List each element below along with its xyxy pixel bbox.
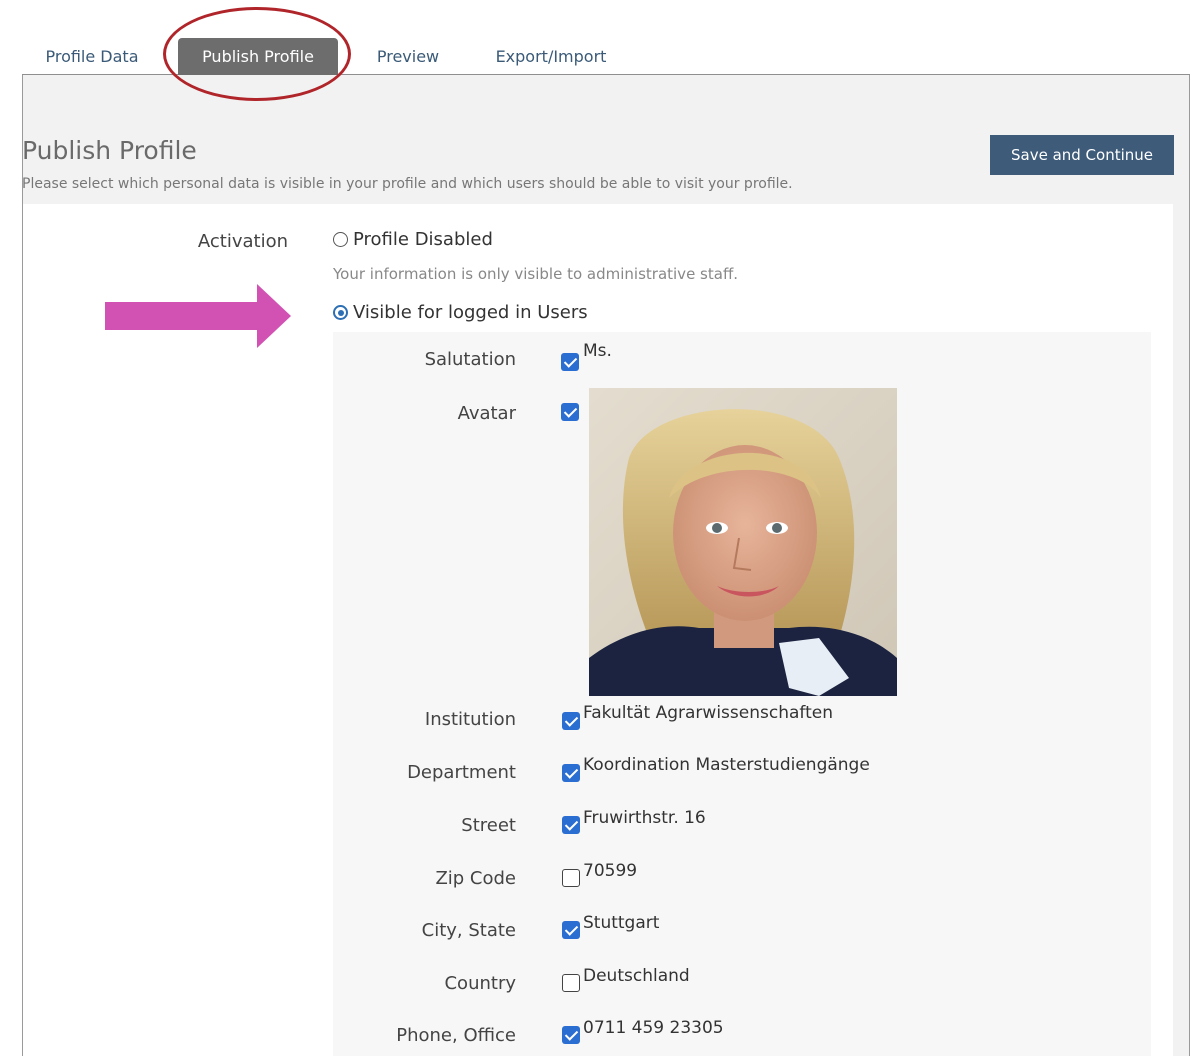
- tab-profile-data[interactable]: Profile Data: [31, 38, 153, 75]
- avatar-photo: [589, 388, 897, 696]
- institution-checkbox[interactable]: [562, 712, 580, 730]
- field-label-institution: Institution: [424, 709, 516, 730]
- tab-preview[interactable]: Preview: [365, 38, 451, 75]
- field-label-department: Department: [407, 762, 516, 783]
- publish-profile-page: Profile Data Publish Profile Preview Exp…: [0, 0, 1199, 1056]
- radio-off-icon: [333, 232, 348, 247]
- arrow-annotation-icon: [105, 284, 291, 348]
- phone-office-checkbox[interactable]: [562, 1026, 580, 1044]
- country-checkbox[interactable]: [562, 974, 580, 992]
- radio-profile-disabled[interactable]: Profile Disabled: [333, 229, 493, 250]
- field-value-country: Deutschland: [583, 966, 690, 986]
- field-label-zip-code: Zip Code: [435, 868, 516, 889]
- street-checkbox[interactable]: [562, 816, 580, 834]
- field-label-phone-office: Phone, Office: [396, 1025, 516, 1046]
- radio-on-icon: [333, 305, 348, 320]
- avatar-checkbox[interactable]: [561, 403, 579, 421]
- field-value-institution: Fakultät Agrarwissenschaften: [583, 703, 833, 723]
- field-value-salutation: Ms.: [583, 341, 612, 361]
- field-value-zip-code: 70599: [583, 861, 638, 881]
- city-state-checkbox[interactable]: [562, 921, 580, 939]
- zip-code-checkbox[interactable]: [562, 869, 580, 887]
- tab-bar: Profile Data Publish Profile Preview Exp…: [22, 34, 1190, 75]
- field-value-city-state: Stuttgart: [583, 913, 660, 933]
- salutation-checkbox[interactable]: [561, 353, 579, 371]
- page-title: Publish Profile: [22, 136, 197, 165]
- field-label-city-state: City, State: [421, 920, 516, 941]
- profile-disabled-hint: Your information is only visible to admi…: [333, 265, 739, 283]
- radio-visible-logged-in-label: Visible for logged in Users: [353, 302, 588, 323]
- radio-visible-logged-in[interactable]: Visible for logged in Users: [333, 302, 588, 323]
- field-label-street: Street: [461, 815, 516, 836]
- activation-label: Activation: [197, 231, 288, 252]
- save-and-continue-button[interactable]: Save and Continue: [990, 135, 1174, 175]
- page-description: Please select which personal data is vis…: [22, 176, 793, 192]
- field-value-phone-office: 0711 459 23305: [583, 1018, 724, 1038]
- radio-profile-disabled-label: Profile Disabled: [353, 229, 493, 250]
- tab-export-import[interactable]: Export/Import: [480, 38, 622, 75]
- field-value-department: Koordination Masterstudiengänge: [583, 755, 870, 775]
- field-label-salutation: Salutation: [424, 349, 516, 370]
- field-label-avatar: Avatar: [457, 403, 516, 424]
- department-checkbox[interactable]: [562, 764, 580, 782]
- tab-publish-profile[interactable]: Publish Profile: [178, 38, 338, 75]
- field-label-country: Country: [444, 973, 516, 994]
- field-value-street: Fruwirthstr. 16: [583, 808, 706, 828]
